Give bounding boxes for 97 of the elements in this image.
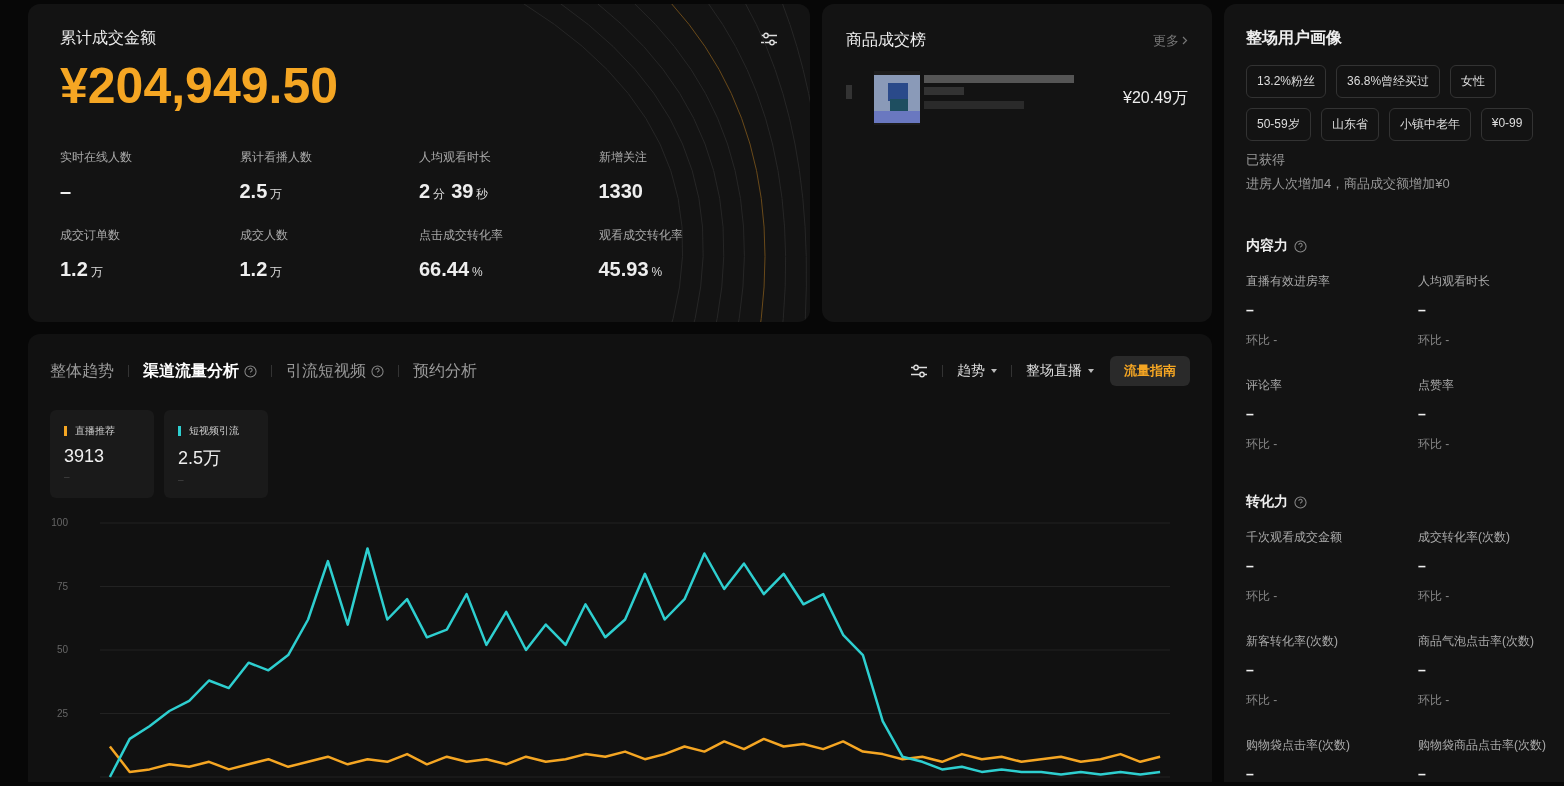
tab[interactable]: 引流短视频 — [286, 360, 384, 382]
audience-tag: 13.2%粉丝 — [1246, 65, 1327, 98]
metric-value: 1.2 — [60, 258, 88, 281]
metric-value: – — [1418, 662, 1427, 678]
section-title: 内容力 — [1246, 237, 1288, 255]
dropdown[interactable]: 趋势 — [957, 362, 997, 380]
metric-value: – — [1246, 662, 1255, 678]
help-icon[interactable] — [371, 364, 384, 378]
period-comparison: 环比 - — [1246, 588, 1279, 605]
metric-label: 新增关注 — [598, 149, 648, 166]
card-title: 累计成交金额 — [60, 28, 156, 48]
more-link[interactable]: 更多 — [1153, 31, 1188, 50]
metric-value: 39 — [451, 180, 474, 203]
metric-unit: 分 — [433, 186, 446, 203]
tab[interactable]: 整体趋势 — [50, 360, 114, 382]
audience-tag: ¥0-99 — [1480, 108, 1534, 141]
metric-value: 1330 — [598, 180, 643, 203]
metric-unit: % — [651, 265, 663, 279]
channel-label: 短视频引流 — [189, 424, 239, 438]
metric-label: 直播有效进房率 — [1246, 273, 1331, 290]
metric-unit: 万 — [270, 186, 283, 203]
metric-label: 实时在线人数 — [60, 149, 133, 166]
period-comparison: 环比 - — [1418, 436, 1451, 453]
metric-label: 观看成交转化率 — [598, 227, 684, 244]
metric-label: 千次观看成交金额 — [1246, 529, 1343, 546]
channel-note: – — [178, 474, 185, 485]
y-axis-tick-label: 100 — [51, 517, 68, 528]
chevron-right-icon — [1182, 36, 1188, 45]
metric-value: – — [1418, 406, 1427, 422]
audience-tag: 36.8%曾经买过 — [1336, 65, 1441, 98]
dropdown[interactable]: 整场直播 — [1026, 362, 1094, 380]
metric-label: 成交订单数 — [60, 227, 121, 244]
metric-value: 1.2 — [239, 258, 268, 281]
channel-value: 3913 — [64, 446, 106, 467]
tab[interactable]: 预约分析 — [413, 360, 477, 382]
gained-label: 已获得 — [1246, 151, 1286, 169]
metric-label: 评论率 — [1246, 377, 1283, 394]
metric-value: – — [1418, 302, 1427, 318]
metric-value: 2.5 — [239, 180, 268, 203]
section-title: 转化力 — [1246, 493, 1288, 511]
metric-label: 成交转化率(次数) — [1418, 529, 1511, 546]
channel-value: 2.5万 — [178, 447, 223, 470]
metric-label: 点击成交转化率 — [419, 227, 504, 244]
metric-value: – — [1246, 406, 1255, 422]
product-sales-amount: ¥20.49万 — [1123, 87, 1188, 108]
help-icon[interactable] — [1294, 495, 1307, 509]
audience-tag: 山东省 — [1320, 108, 1379, 141]
metric-value: – — [1246, 302, 1255, 318]
y-axis-tick-label: 50 — [56, 644, 68, 655]
metric-label: 人均观看时长 — [1418, 273, 1491, 290]
period-comparison: 环比 - — [1246, 692, 1279, 709]
filter-settings-icon[interactable] — [910, 364, 928, 378]
metric-value: 2 — [419, 180, 431, 203]
period-comparison: 环比 - — [1418, 588, 1451, 605]
metric-value: – — [1246, 766, 1255, 782]
caret-icon — [991, 369, 997, 373]
card-title: 商品成交榜 — [846, 30, 926, 50]
caret-icon — [1088, 369, 1094, 373]
audience-tag: 50-59岁 — [1246, 108, 1311, 141]
period-comparison: 环比 - — [1246, 332, 1279, 349]
audience-tag: 小镇中老年 — [1388, 108, 1471, 141]
period-comparison: 环比 - — [1418, 692, 1451, 709]
help-icon[interactable] — [244, 364, 257, 378]
period-comparison: 环比 - — [1246, 436, 1279, 453]
metric-label: 购物袋商品点击率(次数) — [1418, 737, 1547, 754]
y-axis-tick-label: 75 — [56, 580, 68, 592]
metric-value: 45.93 — [598, 258, 649, 281]
tab[interactable]: 渠道流量分析 — [143, 360, 257, 382]
channel-note: – — [64, 471, 71, 482]
metric-unit: 万 — [270, 264, 283, 281]
channel-card[interactable]: 直播推荐 3913 – — [50, 410, 154, 498]
metric-label: 点赞率 — [1418, 377, 1455, 394]
metric-value: – — [1246, 558, 1255, 574]
metric-label: 商品气泡点击率(次数) — [1418, 633, 1535, 650]
y-axis-tick-label: 25 — [56, 707, 68, 719]
traffic-guide-button[interactable]: 流量指南 — [1110, 356, 1190, 386]
metric-label: 新客转化率(次数) — [1246, 633, 1339, 650]
metric-label: 累计看播人数 — [239, 149, 313, 166]
metric-label: 人均观看时长 — [419, 149, 492, 166]
metric-label: 购物袋点击率(次数) — [1246, 737, 1351, 754]
channel-label: 直播推荐 — [75, 424, 115, 438]
metric-unit: % — [472, 265, 483, 279]
total-amount: ¥204,949.50 — [60, 57, 340, 115]
filter-settings-icon[interactable] — [760, 31, 778, 46]
metric-label: 成交人数 — [239, 227, 289, 244]
period-comparison: 环比 - — [1418, 332, 1451, 349]
panel-title: 整场用户画像 — [1246, 28, 1343, 48]
metric-value: 66.44 — [419, 258, 470, 281]
metric-value: – — [1418, 766, 1427, 782]
channel-card[interactable]: 短视频引流 2.5万 – — [164, 410, 268, 498]
metric-unit: 万 — [90, 264, 103, 281]
help-icon[interactable] — [1294, 239, 1307, 253]
metric-value: – — [60, 180, 72, 203]
metric-value: – — [1418, 558, 1427, 574]
gained-text: 进房人次增加4，商品成交额增加¥0 — [1246, 175, 1451, 193]
metric-unit: 秒 — [476, 186, 489, 203]
audience-tag: 女性 — [1450, 65, 1497, 98]
